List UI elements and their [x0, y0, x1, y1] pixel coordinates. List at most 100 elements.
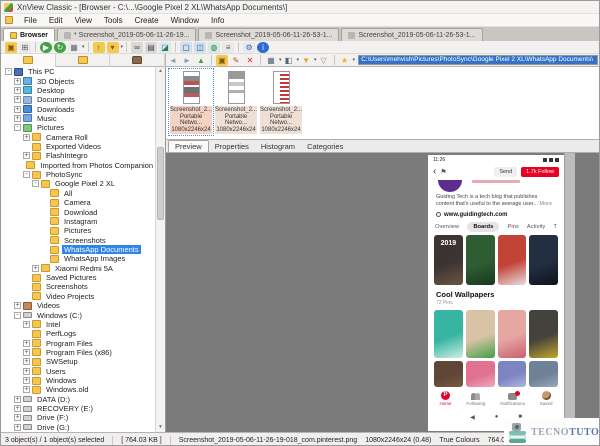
preview-scrollbar[interactable] [564, 153, 575, 432]
tree-item-3d-objects[interactable]: +3D Objects [1, 76, 155, 86]
tree-item-swsetup[interactable]: + SWSetup [1, 357, 155, 366]
preview-tab-preview[interactable]: Preview [168, 140, 209, 152]
tree-item-download[interactable]: Download [1, 207, 155, 217]
tree-item-windows[interactable]: + Windows [1, 376, 155, 385]
tree-expander-icon[interactable]: + [23, 358, 30, 366]
tree-expander-icon[interactable]: + [14, 114, 21, 122]
thumbnail-item[interactable]: Screenshot_2... Portable Netwo... 1080x224… [214, 69, 258, 135]
tree-item-screenshots[interactable]: Screenshots [1, 235, 155, 245]
tree-expander-icon[interactable]: + [32, 264, 39, 272]
menu-item-view[interactable]: View [69, 16, 98, 25]
browser-icon[interactable]: ▣ [5, 41, 17, 53]
tree-expander-icon[interactable]: + [14, 302, 21, 310]
tree-item-instagram[interactable]: Instagram [1, 217, 155, 226]
tree-expander-icon[interactable]: + [14, 77, 21, 85]
folder-up-icon[interactable]: ↑ [92, 41, 105, 53]
up-icon[interactable]: ▲ [195, 55, 207, 66]
tree-item-downloads[interactable]: + Downloads [1, 104, 155, 114]
tree-item-exported-videos[interactable]: Exported Videos [1, 142, 155, 151]
edit-icon[interactable]: ✎ [230, 55, 242, 66]
view-as-icon[interactable]: ▦ [68, 41, 80, 53]
menu-item-create[interactable]: Create [129, 16, 165, 25]
tree-item-video-projects[interactable]: Video Projects [1, 292, 155, 301]
categories-panel-tab[interactable] [110, 53, 166, 67]
tree-expander-icon[interactable]: + [23, 367, 30, 375]
menu-item-tools[interactable]: Tools [98, 16, 129, 25]
tree-expander-icon[interactable]: + [14, 414, 21, 422]
preview-tab-categories[interactable]: Categories [301, 140, 349, 152]
tree-item-recovery-e-[interactable]: + RECOVERY (E:) [1, 404, 155, 413]
tree-item-perflogs[interactable]: PerfLogs [1, 329, 155, 338]
tree-scrollbar[interactable]: ▲ ▼ [155, 67, 165, 432]
sort-icon[interactable]: ▼ [300, 55, 312, 66]
tree-expander-icon[interactable]: - [14, 124, 21, 132]
scrollbar-thumb[interactable] [157, 147, 164, 221]
favorites-panel-tab[interactable] [56, 53, 111, 67]
new-folder-icon[interactable]: ▣ [216, 54, 228, 66]
print-icon[interactable]: ▤ [145, 41, 158, 53]
tree-item-xiaomi-redmi-5a[interactable]: + Xiaomi Redmi 5A [1, 264, 155, 273]
tree-item-saved-pictures[interactable]: Saved Pictures [1, 273, 155, 282]
scroll-up-icon[interactable]: ▲ [156, 67, 165, 76]
tree-item-program-files-x86-[interactable]: + Program Files (x86) [1, 348, 155, 357]
refresh-icon[interactable]: ↻ [54, 41, 66, 53]
acquire-icon[interactable]: ◪ [159, 41, 172, 53]
tree-item-videos[interactable]: + Videos [1, 301, 155, 310]
info-icon[interactable]: i [257, 41, 270, 53]
address-bar[interactable]: C:\Users\mehvish\Pictures\PhotoSync\Goog… [358, 55, 598, 65]
tree-expander-icon[interactable]: + [14, 105, 21, 113]
tree-item-intel[interactable]: + Intel [1, 320, 155, 329]
view-mode-icon[interactable]: ▦ [265, 55, 277, 66]
address-path[interactable]: C:\Users\mehvish\Pictures\PhotoSync\Goog… [359, 56, 597, 64]
tree-expander-icon[interactable]: + [23, 133, 30, 141]
tree-item-drive-f-[interactable]: + Drive (F:) [1, 413, 155, 422]
tree-expander-icon[interactable]: - [5, 68, 12, 76]
tree-item-all[interactable]: All [1, 189, 155, 198]
tree-item-photosync[interactable]: - PhotoSync [1, 170, 155, 179]
tree-expander-icon[interactable]: + [14, 395, 21, 403]
tree-item-drive-g-[interactable]: + Drive (G:) [1, 423, 155, 432]
tree-item-google-pixel-2-xl[interactable]: - Google Pixel 2 XL [1, 179, 155, 188]
tree-item-users[interactable]: + Users [1, 367, 155, 376]
tree-item-desktop[interactable]: + Desktop [1, 86, 155, 95]
tree-item-whatsapp-documents[interactable]: WhatsApp Documents [1, 245, 155, 254]
tree-expander-icon[interactable]: - [32, 180, 39, 188]
tree-expander-icon[interactable]: + [23, 386, 30, 394]
screen-icon[interactable]: ◫ [194, 41, 207, 53]
tree-item-camera-roll[interactable]: + Camera Roll [1, 133, 155, 142]
menu-item-window[interactable]: Window [165, 16, 205, 25]
menu-item-info[interactable]: Info [205, 16, 230, 25]
tree-item-screenshots[interactable]: Screenshots [1, 282, 155, 291]
tree-expander-icon[interactable]: + [23, 339, 30, 347]
list-icon[interactable]: ≡ [222, 41, 235, 53]
settings-gear-icon[interactable]: ⚙ [243, 41, 256, 53]
tab-image-3[interactable]: Screenshot_2019-05-06-11-26-53-1... [341, 28, 483, 41]
tree-item-flashintegro[interactable]: + FlashIntegro [1, 151, 155, 160]
fullscreen-icon[interactable]: ⊞ [19, 41, 31, 53]
back-icon[interactable]: ◄ [167, 55, 179, 66]
tree-item-windows-old[interactable]: + Windows.old [1, 385, 155, 394]
delete-icon[interactable]: ✕ [244, 55, 256, 66]
preview-tab-histogram[interactable]: Histogram [255, 140, 301, 152]
tree-expander-icon[interactable]: + [14, 96, 21, 104]
tree-item-camera[interactable]: Camera [1, 198, 155, 207]
tree-item-imported-from-photos-companion[interactable]: Imported from Photos Companion [1, 161, 155, 170]
tree-item-program-files[interactable]: + Program Files [1, 338, 155, 348]
menu-item-file[interactable]: File [18, 16, 43, 25]
favorites-star-icon[interactable]: ★ [339, 55, 351, 66]
open-folder-icon[interactable]: ▾ [106, 41, 119, 53]
tab-image-2[interactable]: Screenshot_2019-05-06-11-26-53-1... [198, 28, 340, 41]
tree-expander-icon[interactable]: + [14, 423, 21, 431]
tab-browser[interactable]: Browser [3, 28, 56, 41]
filter-icon[interactable]: ▽ [318, 55, 330, 66]
tree-expander-icon[interactable]: + [23, 348, 30, 356]
preview-tab-properties[interactable]: Properties [209, 140, 255, 152]
tree-expander-icon[interactable]: + [23, 320, 30, 328]
thumbnail-options-icon[interactable]: ◧ [283, 55, 295, 66]
tree-expander-icon[interactable]: - [14, 311, 21, 319]
dropdown-caret-icon[interactable]: ▾ [121, 44, 124, 50]
tree-item-music[interactable]: + Music [1, 114, 155, 123]
tree-item-pictures[interactable]: - Pictures [1, 123, 155, 132]
capture-icon[interactable]: ▢ [180, 41, 193, 53]
web-icon[interactable]: ◍ [208, 41, 221, 53]
